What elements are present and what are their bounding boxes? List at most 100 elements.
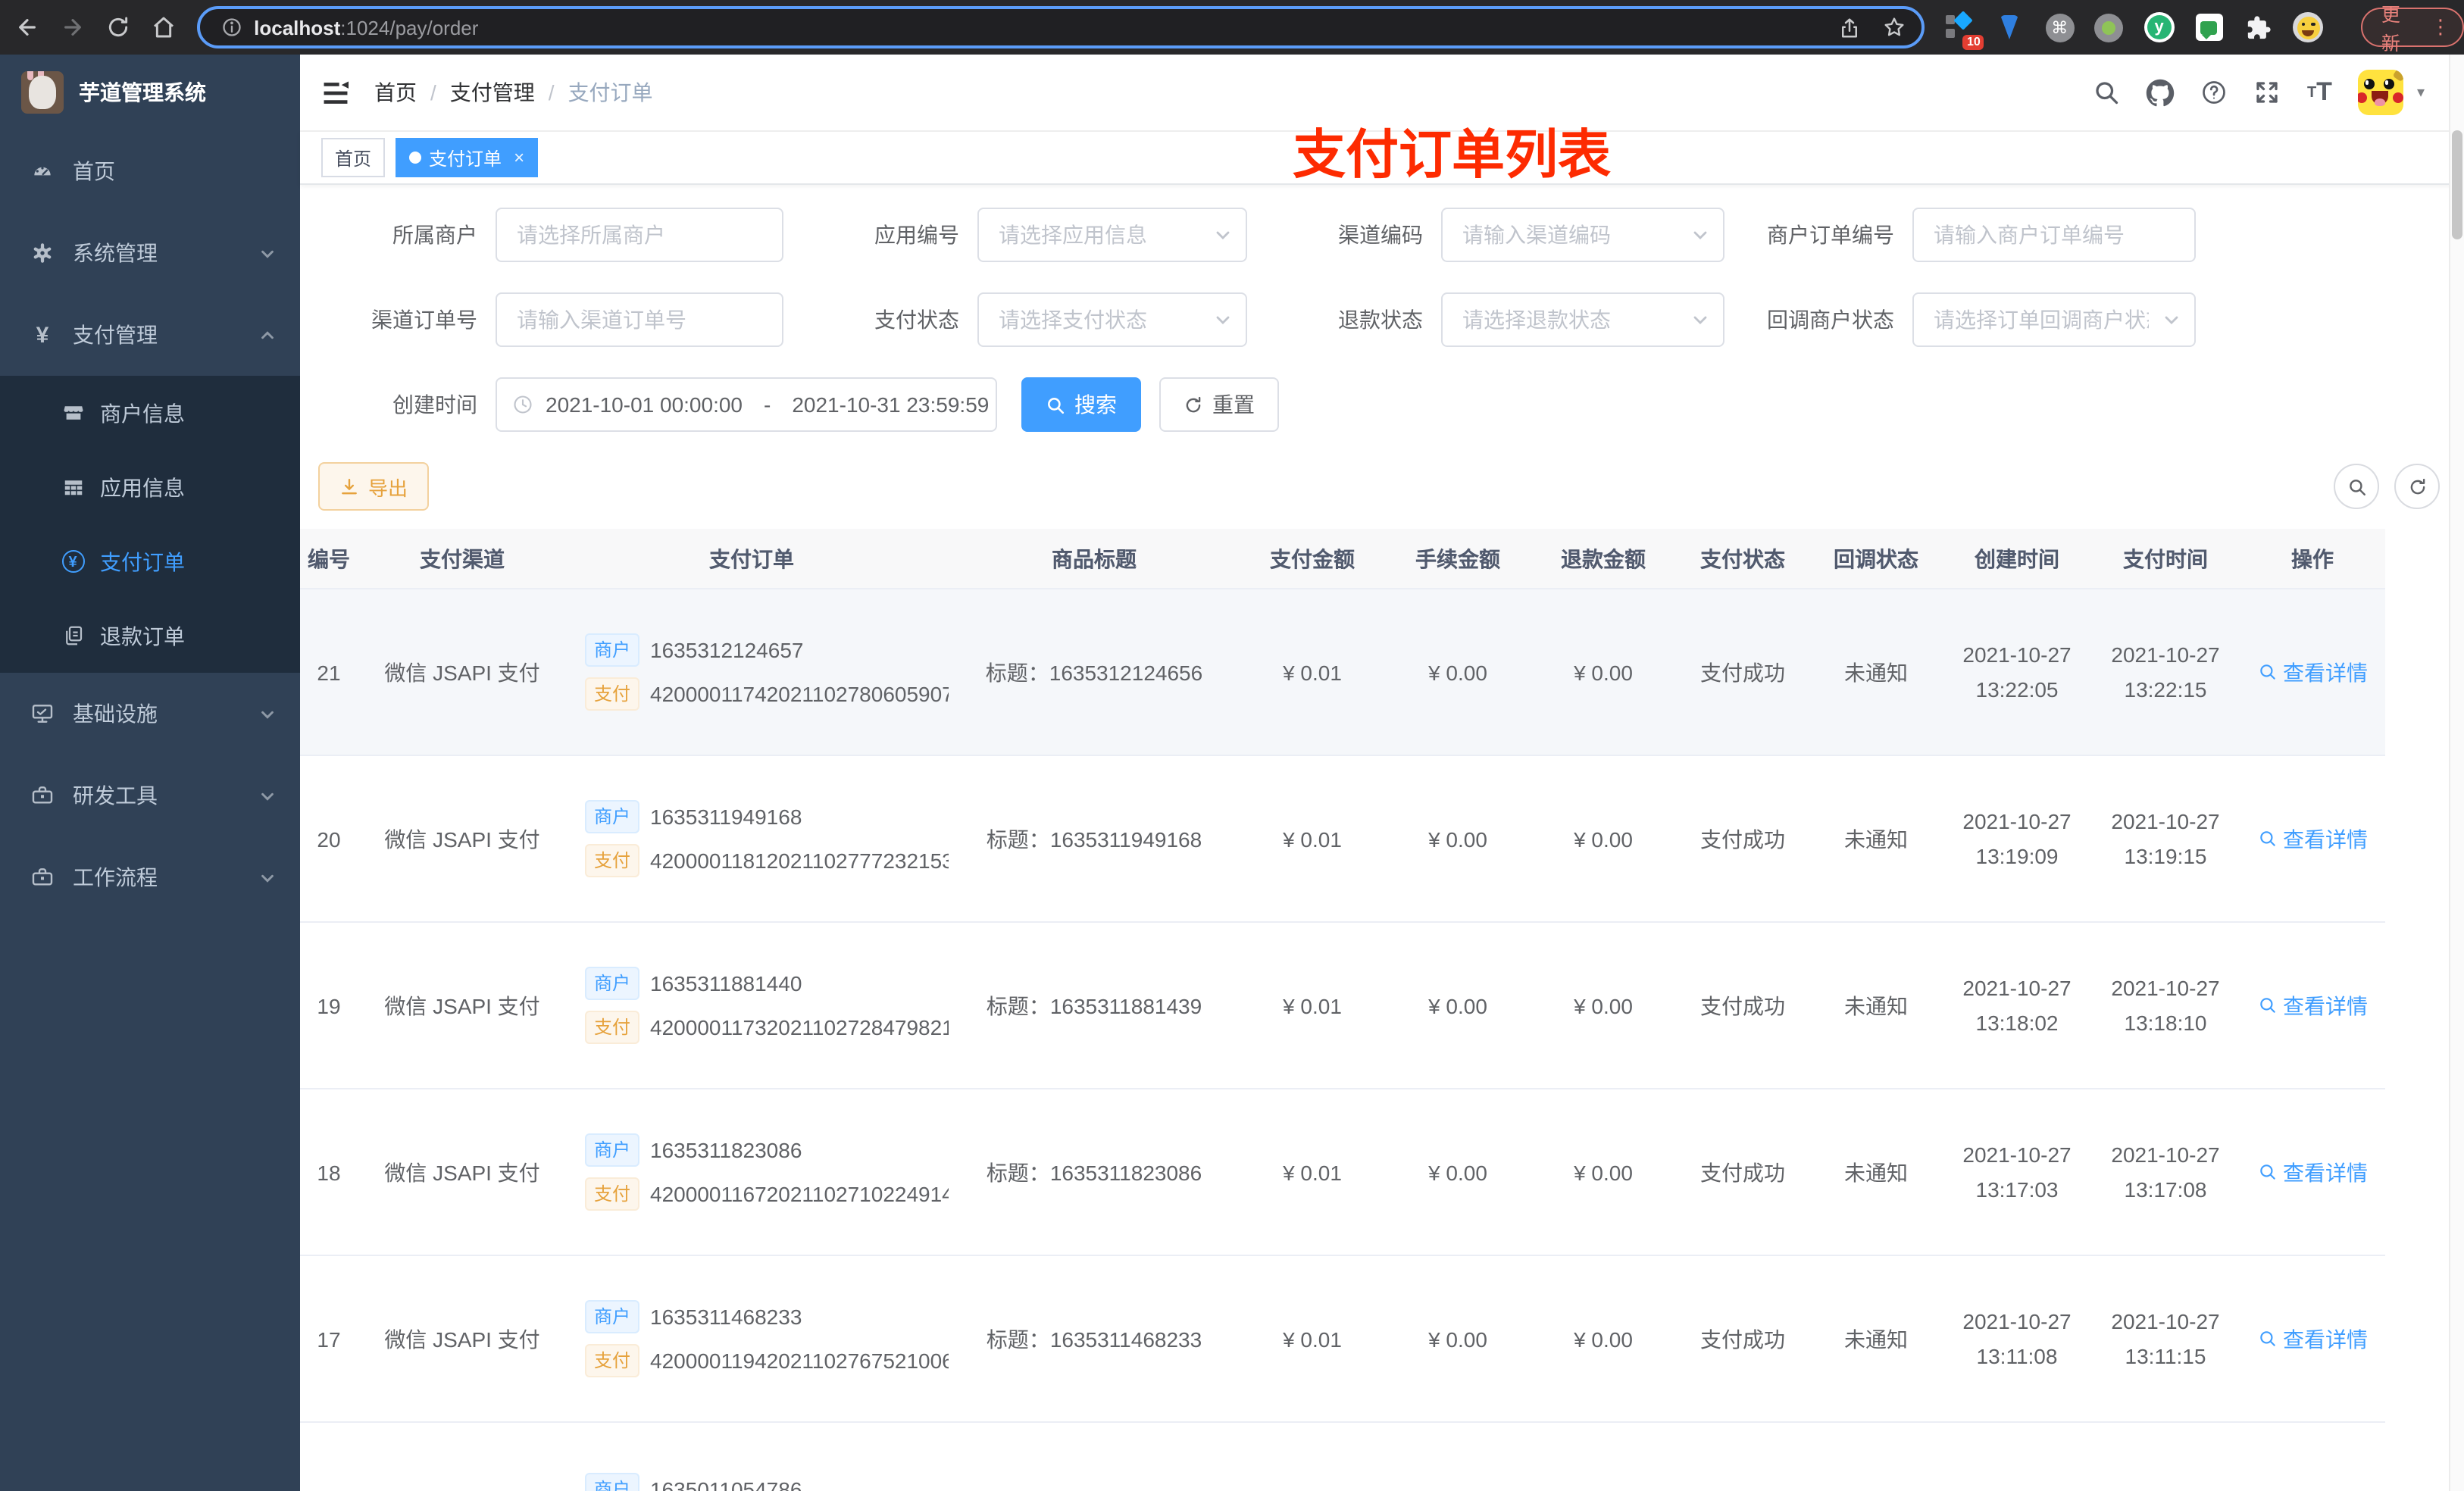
- table-row: 18 微信 JSAPI 支付 商户 1635311823086 支付 4200001…: [300, 1089, 2385, 1256]
- table-row: 21 微信 JSAPI 支付 商户 1635312124657 支付 4200001…: [300, 589, 2385, 756]
- view-detail-link[interactable]: 查看详情: [2257, 990, 2368, 1021]
- refresh-button[interactable]: [2394, 464, 2440, 509]
- col-fee: 手续金额: [1385, 529, 1531, 589]
- merchant-input[interactable]: [496, 208, 783, 262]
- extension-sigma-icon[interactable]: 10: [1945, 11, 1984, 50]
- view-detail-link[interactable]: 查看详情: [2257, 1324, 2368, 1354]
- fullscreen-icon[interactable]: [2254, 79, 2281, 106]
- date-end[interactable]: 2021-10-31 23:59:59: [792, 392, 989, 417]
- view-detail-link[interactable]: 查看详情: [2257, 657, 2368, 687]
- export-button[interactable]: 导出: [318, 462, 430, 511]
- annotation-title: 支付订单列表: [1293, 126, 1612, 185]
- col-notify: 回调状态: [1809, 529, 1943, 589]
- user-avatar[interactable]: [2357, 70, 2403, 115]
- view-detail-link[interactable]: 查看详情: [2257, 824, 2368, 854]
- reset-button[interactable]: 重置: [1159, 377, 1279, 432]
- table-toolbar: 导出: [300, 462, 2464, 511]
- gear-icon: [30, 241, 55, 265]
- pay-status-select[interactable]: [977, 292, 1247, 347]
- extension-y-icon[interactable]: y: [2143, 12, 2175, 42]
- col-paid: 支付时间: [2091, 529, 2240, 589]
- extensions-puzzle-icon[interactable]: [2244, 12, 2274, 42]
- extension-chat-icon[interactable]: [2194, 12, 2225, 42]
- breadcrumb-payment[interactable]: 支付管理: [450, 77, 535, 108]
- table-header-row: 编号 支付渠道 支付订单 商品标题 支付金额 手续金额 退款金额 支付状态 回调…: [300, 529, 2385, 589]
- app-logo-image: [21, 71, 64, 114]
- col-title: 商品标题: [949, 529, 1240, 589]
- merchant-tag: 商户: [585, 1473, 640, 1491]
- browser-toolbar: localhost:1024/pay/order 10 ⌘ y 更新 ⋮: [0, 0, 2464, 55]
- extension-balloon-icon[interactable]: [1995, 12, 2025, 42]
- sidebar-item-app-info[interactable]: 应用信息: [0, 450, 300, 524]
- documents-icon: [61, 624, 85, 648]
- sidebar-item-workflow[interactable]: 工作流程: [0, 836, 300, 918]
- sidebar-item-payment[interactable]: ¥ 支付管理: [0, 294, 300, 376]
- sidebar-item-system[interactable]: 系统管理: [0, 212, 300, 294]
- tag-pay-order[interactable]: 支付订单 ×: [396, 138, 539, 177]
- date-start[interactable]: 2021-10-01 00:00:00: [546, 392, 743, 417]
- monitor-icon: [30, 702, 55, 726]
- url-bar[interactable]: localhost:1024/pay/order: [196, 6, 1925, 48]
- pay-tag: 支付: [585, 677, 640, 711]
- site-info-icon[interactable]: [220, 17, 242, 38]
- notify-status-select[interactable]: [1912, 292, 2196, 347]
- forward-icon[interactable]: [55, 9, 91, 45]
- font-size-icon[interactable]: TT: [2307, 77, 2332, 108]
- app-select[interactable]: [977, 208, 1247, 262]
- col-amount: 支付金额: [1240, 529, 1385, 589]
- date-range-input[interactable]: 2021-10-01 00:00:00 - 2021-10-31 23:59:5…: [496, 377, 997, 432]
- view-detail-link[interactable]: 查看详情: [2257, 1157, 2368, 1187]
- merchant-tag: 商户: [585, 1300, 640, 1333]
- channel-order-no-input[interactable]: [496, 292, 783, 347]
- browser-menu-icon[interactable]: ⋮: [2431, 15, 2450, 39]
- help-icon[interactable]: [2201, 79, 2228, 106]
- share-icon[interactable]: [1837, 16, 1860, 39]
- col-refund: 退款金额: [1531, 529, 1676, 589]
- sidebar-item-refund-order[interactable]: 退款订单: [0, 599, 300, 673]
- profile-avatar-icon[interactable]: [2293, 12, 2324, 42]
- chevron-up-icon: [259, 327, 276, 343]
- sidebar-item-pay-order[interactable]: ¥ 支付订单: [0, 524, 300, 599]
- yen-circle-icon: ¥: [61, 549, 85, 574]
- channel-code-select[interactable]: [1441, 208, 1724, 262]
- filter-create-time: 创建时间 2021-10-01 00:00:00 - 2021-10-31 23…: [346, 377, 997, 432]
- pay-tag: 支付: [585, 844, 640, 877]
- sidebar-item-merchant-info[interactable]: 商户信息: [0, 376, 300, 450]
- filter-notify-status: 回调商户状态: [1767, 292, 2196, 347]
- show-search-button[interactable]: [2334, 464, 2379, 509]
- extensions-area: 10 ⌘ y 更新 ⋮: [1945, 5, 2464, 55]
- app-logo[interactable]: 芋道管理系统: [0, 55, 300, 130]
- bookmark-star-icon[interactable]: [1881, 15, 1906, 39]
- close-icon[interactable]: ×: [514, 147, 524, 168]
- sidebar-item-infrastructure[interactable]: 基础设施: [0, 673, 300, 755]
- merchant-tag: 商户: [585, 633, 640, 667]
- extension-record-icon[interactable]: [2094, 12, 2125, 42]
- sidebar-item-home[interactable]: 首页: [0, 130, 300, 212]
- avatar-caret-icon[interactable]: ▾: [2417, 84, 2425, 101]
- merchant-order-no-input[interactable]: [1912, 208, 2196, 262]
- filter-channel-code: 渠道编码: [1338, 208, 1724, 262]
- merchant-tag: 商户: [585, 967, 640, 1000]
- tag-home[interactable]: 首页: [321, 138, 386, 177]
- back-icon[interactable]: [9, 9, 45, 45]
- chevron-down-icon: [259, 869, 276, 886]
- clock-icon: [512, 394, 533, 415]
- page-scrollbar[interactable]: [2449, 55, 2464, 1491]
- breadcrumb-home[interactable]: 首页: [374, 77, 417, 108]
- refund-status-select[interactable]: [1441, 292, 1724, 347]
- reload-icon[interactable]: [100, 9, 136, 45]
- search-icon[interactable]: [2093, 79, 2121, 106]
- github-icon[interactable]: [2147, 78, 2175, 107]
- sidebar-toggle-icon[interactable]: [321, 80, 350, 105]
- scrollbar-thumb[interactable]: [2452, 130, 2462, 239]
- store-icon: [61, 401, 85, 425]
- sidebar-item-dev-tools[interactable]: 研发工具: [0, 755, 300, 836]
- browser-update-button[interactable]: 更新 ⋮: [2361, 5, 2464, 55]
- home-icon[interactable]: [145, 9, 181, 45]
- filter-merchant-order-no: 商户订单编号: [1767, 208, 2196, 262]
- table-row: 19 微信 JSAPI 支付 商户 1635311881440 支付 4200001…: [300, 922, 2385, 1089]
- extension-badge: 10: [1962, 35, 1984, 50]
- url-text[interactable]: localhost:1024/pay/order: [254, 16, 478, 39]
- extension-command-icon[interactable]: ⌘: [2044, 12, 2075, 42]
- search-button[interactable]: 搜索: [1021, 377, 1141, 432]
